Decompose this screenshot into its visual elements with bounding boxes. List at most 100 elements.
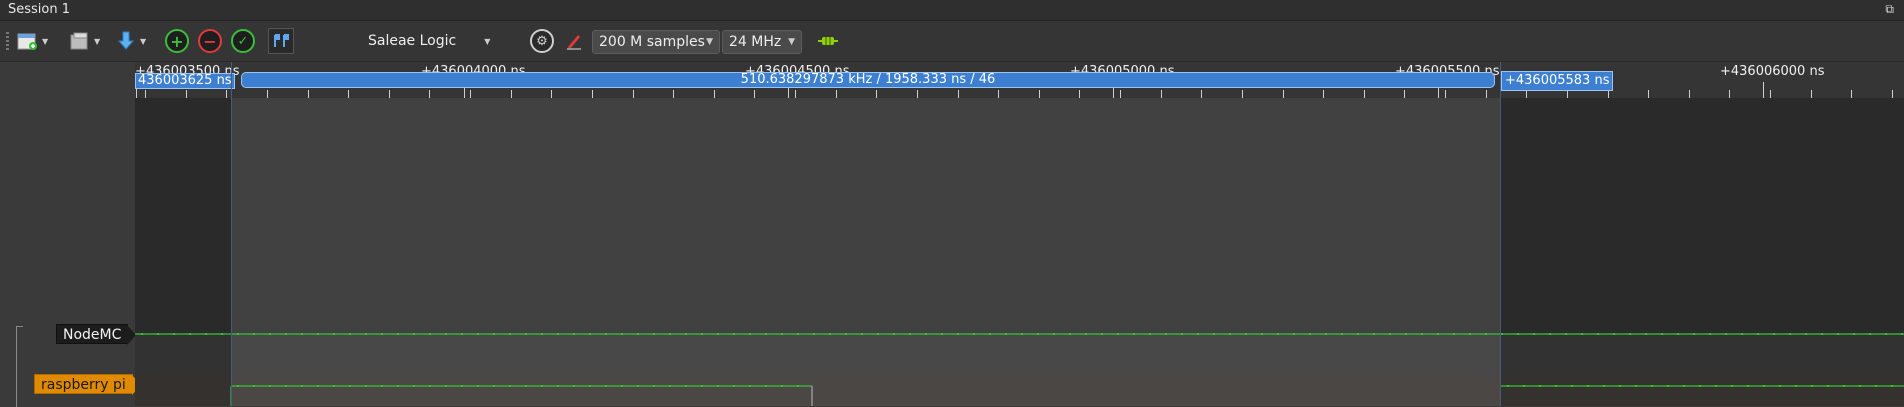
chevron-down-icon[interactable]: ▼ [484,37,490,46]
ruler-tick [1851,90,1852,98]
ruler-tick [470,90,471,98]
sample-dot [1613,333,1615,335]
sample-dot [189,333,191,335]
trigger-button[interactable] [562,29,586,53]
sample-dot [205,333,207,335]
start-capture-button[interactable] [816,29,840,53]
sample-dot [1875,385,1877,387]
zoom-out-button[interactable]: − [198,29,222,53]
markers-button[interactable] [268,28,294,54]
ruler-tick [145,90,146,98]
open-button[interactable]: ▼ [68,29,100,53]
sample-dot [605,333,607,335]
sample-dot [1245,333,1247,335]
new-session-button[interactable]: ▼ [16,29,48,53]
sample-dot [717,385,719,387]
sample-dot [1325,333,1327,335]
sample-dot [365,333,367,335]
sample-count-select[interactable]: 200 M samples ▼ [592,30,720,54]
ruler-tick [1689,90,1690,98]
ruler-tick [389,90,390,98]
ruler-tick [876,90,877,98]
ruler-tick [633,90,634,98]
sample-dot [685,333,687,335]
sample-dot [1229,333,1231,335]
sample-dot [1587,385,1589,387]
restore-window-icon[interactable]: ⧉ [1885,2,1894,17]
ruler-tick [714,90,715,98]
sample-dot [1469,333,1471,335]
ruler-tick [1323,90,1324,98]
waveform-view[interactable]: +436003500 ns +436004000 ns +436004500 n… [135,62,1904,406]
sample-dot [1725,333,1727,335]
sample-dot [1405,333,1407,335]
sample-dot [1309,333,1311,335]
time-ruler[interactable]: +436003500 ns +436004000 ns +436004500 n… [135,62,1904,98]
sample-dot [1693,333,1695,335]
sample-dot [1709,333,1711,335]
sample-dot [541,333,543,335]
toolbar-grip[interactable] [6,32,9,52]
sample-dot [1037,333,1039,335]
marker-right-line[interactable] [1500,62,1501,406]
sample-dot [1763,385,1765,387]
sample-dot [1389,333,1391,335]
ruler-tick [308,90,309,98]
sample-dot [301,333,303,335]
download-button[interactable]: ▼ [114,29,146,53]
trigger-pen-icon [562,29,586,53]
sample-dot [637,333,639,335]
chevron-down-icon[interactable]: ▼ [140,37,146,46]
ruler-tick [551,90,552,98]
sample-dot [1485,333,1487,335]
sample-dot [877,333,879,335]
chevron-down-icon[interactable]: ▼ [94,37,100,46]
sample-dot [397,385,399,387]
sample-dot [941,333,943,335]
device-name: Saleae Logic [368,33,457,49]
ruler-tick [673,90,674,98]
chevron-down-icon[interactable]: ▼ [42,37,48,46]
new-session-icon [16,29,40,53]
sample-dot [141,333,143,335]
sample-count-value: 200 M samples [599,34,705,50]
device-settings-button[interactable]: ⚙ [530,29,554,53]
ruler-tick [1242,90,1243,98]
sample-dot [173,333,175,335]
download-icon [114,29,138,53]
sample-dot [749,385,751,387]
channel-label-raspberry-pi[interactable]: raspberry pi [34,374,141,395]
sample-dot [509,385,511,387]
sample-dot [253,385,255,387]
marker-left-line[interactable] [231,62,232,406]
sample-rate-select[interactable]: 24 MHz ▼ [722,30,802,54]
sample-dot [749,333,751,335]
sample-dot [1853,333,1855,335]
measurement-bar[interactable]: 510.638297873 kHz / 1958.333 ns / 46 [241,72,1495,88]
sample-dot [1517,333,1519,335]
plot-area[interactable] [135,98,1904,406]
sample-dot [861,333,863,335]
zoom-in-button[interactable]: + [165,29,189,53]
ruler-tick [1729,90,1730,98]
marker-left-timestamp[interactable]: 436003625 ns [135,73,235,89]
ruler-tick [267,90,268,98]
sample-dot [1357,333,1359,335]
zoom-fit-button[interactable]: ✓ [231,29,255,53]
sample-dot [685,385,687,387]
ruler-tick [1486,90,1487,98]
marker-right-timestamp[interactable]: +436005583 ns [1501,71,1614,91]
sample-dot [669,385,671,387]
sample-dot [813,333,815,335]
sample-dot [1069,333,1071,335]
sample-dot [1645,333,1647,335]
sample-rate-value: 24 MHz [729,34,782,50]
sample-dot [253,333,255,335]
sample-dot [1843,385,1845,387]
sample-dot [1603,385,1605,387]
channel-label-nodemc[interactable]: NodeMC [56,324,137,345]
ruler-tick [958,90,959,98]
device-selector[interactable]: Saleae Logic ▼ [368,29,490,53]
sample-dot [1581,333,1583,335]
sample-dot [1101,333,1103,335]
